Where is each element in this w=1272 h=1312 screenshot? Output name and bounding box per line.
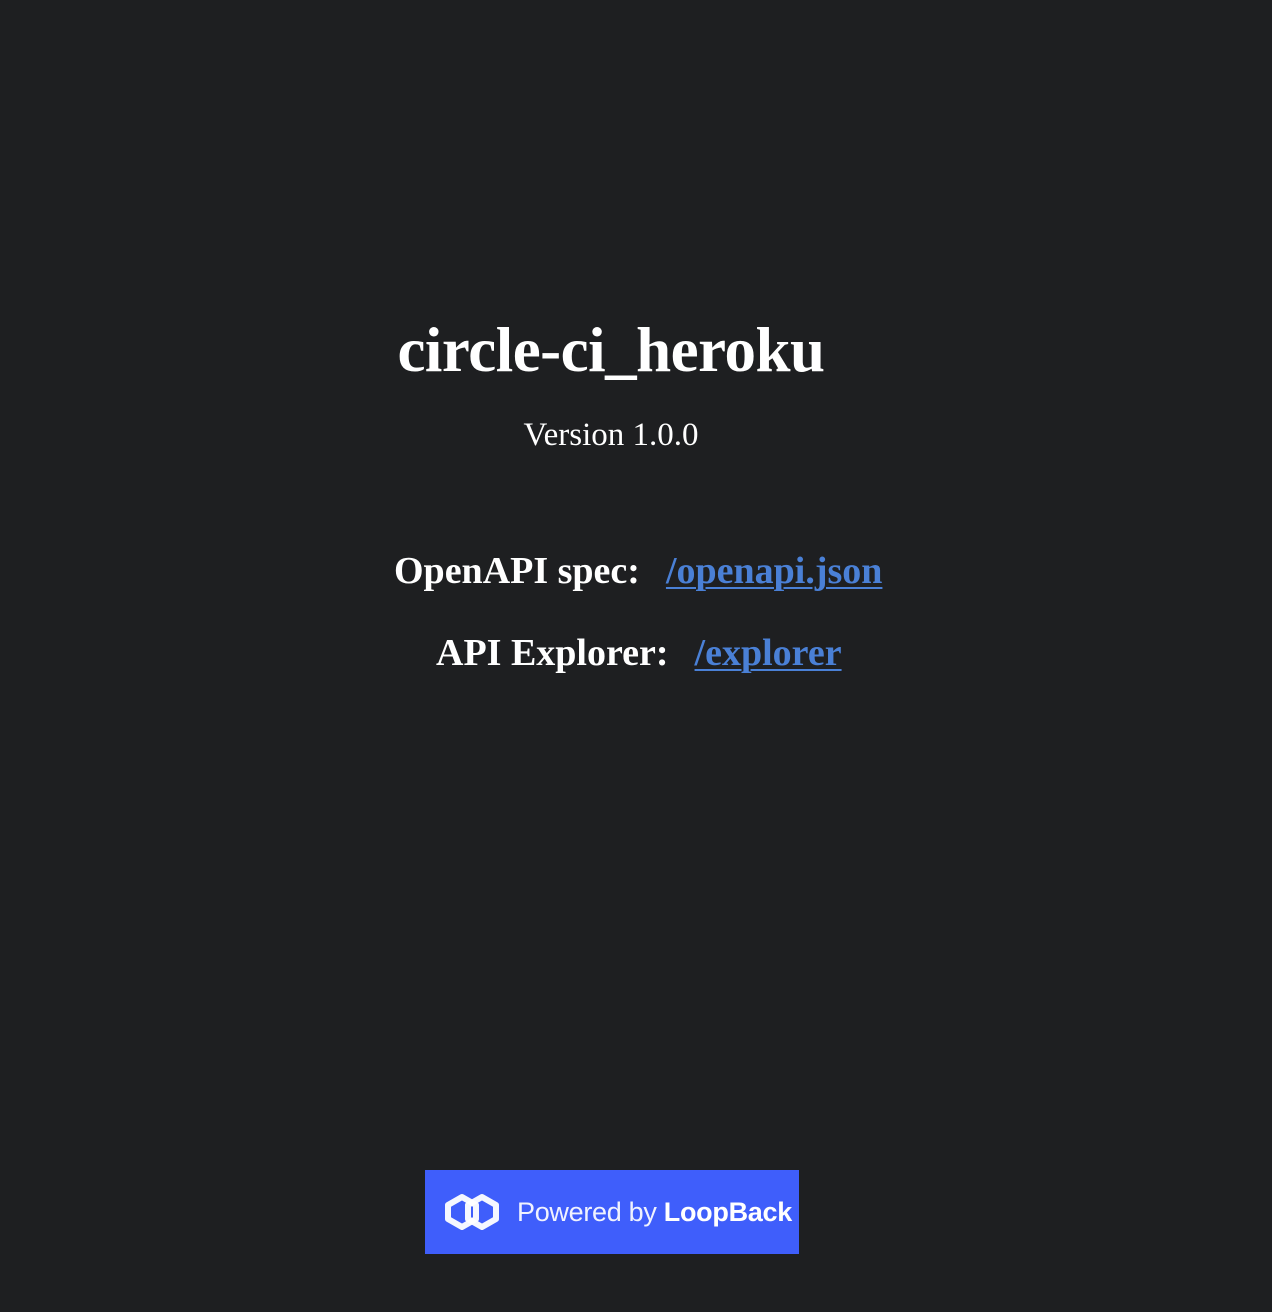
openapi-spec-label: OpenAPI spec: (394, 550, 640, 592)
openapi-json-link[interactable]: /openapi.json (666, 550, 882, 592)
api-explorer-row: API Explorer: /explorer (436, 630, 842, 676)
loopback-logo-icon (445, 1194, 499, 1230)
explorer-link[interactable]: /explorer (695, 632, 842, 674)
version-text: Version 1.0.0 (523, 417, 699, 453)
page-title: circle-ci_heroku (397, 315, 825, 385)
openapi-spec-row: OpenAPI spec: /openapi.json (394, 548, 882, 594)
badge-text: Powered by LoopBack (517, 1197, 792, 1228)
api-explorer-label: API Explorer: (436, 632, 669, 674)
badge-brand-text: LoopBack (663, 1196, 792, 1227)
badge-prefix-text: Powered by (517, 1196, 657, 1227)
powered-by-loopback-badge[interactable]: Powered by LoopBack (425, 1170, 799, 1254)
